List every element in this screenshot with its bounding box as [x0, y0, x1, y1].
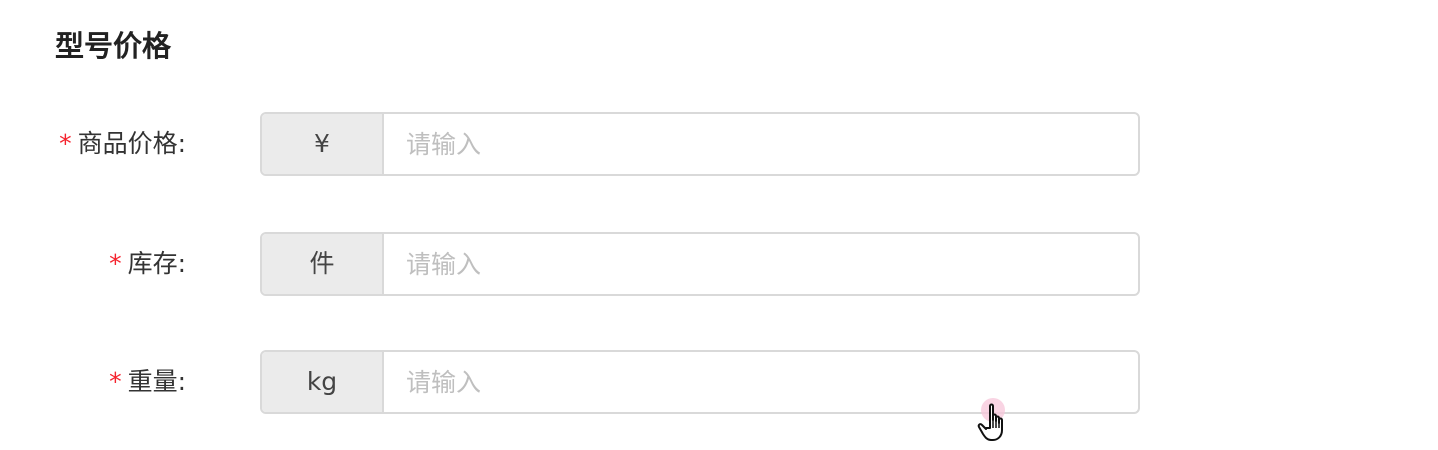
- section-title: 型号价格: [55, 29, 172, 63]
- price-input[interactable]: [384, 114, 1138, 174]
- price-input-group: ¥: [260, 112, 1140, 176]
- stock-input-group: 件: [260, 232, 1140, 296]
- stock-input[interactable]: [384, 234, 1138, 294]
- weight-label: * 重量:: [109, 350, 186, 414]
- price-currency-addon: ¥: [262, 114, 384, 174]
- required-mark: *: [109, 367, 122, 396]
- weight-label-text: 重量:: [127, 367, 186, 396]
- stock-label: * 库存:: [109, 232, 186, 296]
- form-row-price: * 商品价格: ¥: [0, 112, 1438, 176]
- form-row-stock: * 库存: 件: [0, 232, 1438, 296]
- price-label-text: 商品价格:: [77, 129, 186, 158]
- hand-pointer-icon: [977, 398, 1005, 441]
- stock-unit-addon: 件: [262, 234, 384, 294]
- required-mark: *: [109, 249, 122, 278]
- weight-unit-addon: kg: [262, 352, 384, 412]
- stock-label-text: 库存:: [127, 249, 186, 278]
- required-mark: *: [59, 129, 72, 158]
- form-row-weight: * 重量: kg: [0, 350, 1438, 414]
- price-label: * 商品价格:: [59, 112, 186, 176]
- weight-input[interactable]: [384, 352, 1138, 412]
